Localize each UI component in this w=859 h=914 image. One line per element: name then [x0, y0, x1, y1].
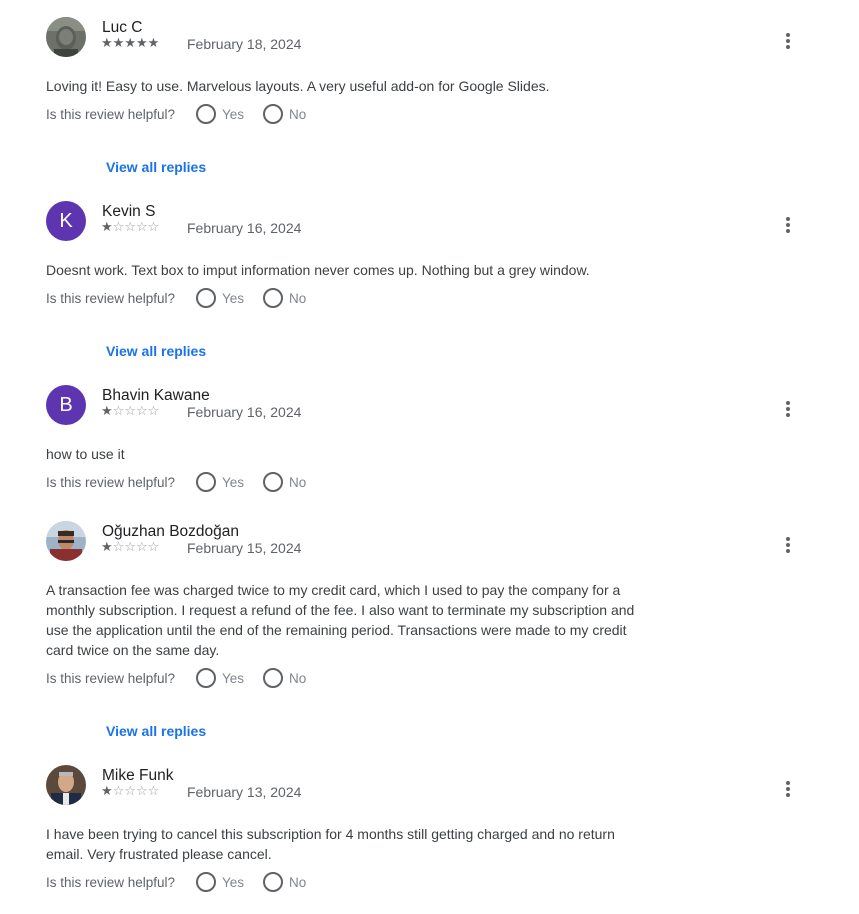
yes-label: Yes — [222, 107, 245, 122]
star-outline-icon: ☆ — [147, 783, 160, 798]
more-options-icon[interactable] — [778, 213, 798, 237]
star-outline-icon: ☆ — [135, 539, 148, 554]
star-rating: ★☆☆☆☆ — [101, 783, 159, 799]
helpful-yes-radio[interactable] — [196, 104, 216, 124]
yes-label: Yes — [222, 875, 245, 890]
avatar: K — [46, 201, 86, 241]
review-date: February 16, 2024 — [187, 404, 302, 420]
star-icon: ★ — [101, 35, 113, 50]
helpful-label: Is this review helpful? — [46, 475, 176, 490]
helpful-label: Is this review helpful? — [46, 671, 176, 686]
review-date: February 13, 2024 — [187, 784, 302, 800]
star-outline-icon: ☆ — [112, 539, 125, 554]
star-icon: ★ — [101, 539, 113, 554]
helpful-no-radio[interactable] — [263, 288, 283, 308]
no-label: No — [289, 875, 307, 890]
review-text: A transaction fee was charged twice to m… — [46, 582, 635, 658]
star-outline-icon: ☆ — [135, 783, 148, 798]
star-outline-icon: ☆ — [147, 539, 160, 554]
star-icon: ★ — [147, 35, 160, 50]
star-rating: ★☆☆☆☆ — [101, 539, 159, 555]
star-icon: ★ — [112, 35, 125, 50]
no-label: No — [289, 107, 307, 122]
star-rating: ★★★★★ — [101, 35, 159, 51]
avatar: B — [46, 385, 86, 425]
more-options-icon[interactable] — [778, 29, 798, 53]
star-outline-icon: ☆ — [147, 403, 160, 418]
helpful-no-radio[interactable] — [263, 104, 283, 124]
helpful-no-radio[interactable] — [263, 472, 283, 492]
review-date: February 16, 2024 — [187, 220, 302, 236]
star-outline-icon: ☆ — [124, 783, 136, 798]
star-rating: ★☆☆☆☆ — [101, 403, 159, 419]
helpful-yes-radio[interactable] — [196, 472, 216, 492]
star-outline-icon: ☆ — [124, 219, 136, 234]
star-outline-icon: ☆ — [112, 783, 125, 798]
star-outline-icon: ☆ — [147, 219, 160, 234]
yes-label: Yes — [222, 671, 245, 686]
helpful-label: Is this review helpful? — [46, 291, 176, 306]
view-all-replies-link[interactable]: View all replies — [106, 159, 206, 175]
star-outline-icon: ☆ — [124, 403, 136, 418]
helpful-no-radio[interactable] — [263, 668, 283, 688]
star-icon: ★ — [101, 219, 113, 234]
star-outline-icon: ☆ — [112, 403, 125, 418]
review-text: I have been trying to cancel this subscr… — [46, 826, 615, 862]
no-label: No — [289, 671, 307, 686]
helpful-label: Is this review helpful? — [46, 107, 176, 122]
yes-label: Yes — [222, 475, 245, 490]
review-text: Doesnt work. Text box to imput informati… — [46, 262, 590, 278]
star-outline-icon: ☆ — [112, 219, 125, 234]
star-icon: ★ — [101, 403, 113, 418]
avatar — [46, 521, 86, 561]
more-options-icon[interactable] — [778, 777, 798, 801]
review-date: February 15, 2024 — [187, 540, 302, 556]
view-all-replies-link[interactable]: View all replies — [106, 343, 206, 359]
reviews-list: Luc C ★★★★★ February 18, 2024 Loving it!… — [0, 0, 859, 914]
more-options-icon[interactable] — [778, 533, 798, 557]
no-label: No — [289, 291, 307, 306]
helpful-label: Is this review helpful? — [46, 875, 176, 890]
more-options-icon[interactable] — [778, 397, 798, 421]
yes-label: Yes — [222, 291, 245, 306]
star-outline-icon: ☆ — [135, 219, 148, 234]
star-icon: ★ — [135, 35, 148, 50]
helpful-no-radio[interactable] — [263, 872, 283, 892]
helpful-yes-radio[interactable] — [196, 668, 216, 688]
review-text: Loving it! Easy to use. Marvelous layout… — [46, 78, 550, 94]
review-text: how to use it — [46, 446, 125, 462]
no-label: No — [289, 475, 307, 490]
star-icon: ★ — [101, 783, 113, 798]
review-date: February 18, 2024 — [187, 36, 302, 52]
helpful-yes-radio[interactable] — [196, 288, 216, 308]
star-icon: ★ — [124, 35, 136, 50]
star-outline-icon: ☆ — [124, 539, 136, 554]
star-outline-icon: ☆ — [135, 403, 148, 418]
avatar — [46, 17, 86, 57]
star-rating: ★☆☆☆☆ — [101, 219, 159, 235]
view-all-replies-link[interactable]: View all replies — [106, 723, 206, 739]
helpful-yes-radio[interactable] — [196, 872, 216, 892]
avatar — [46, 765, 86, 805]
